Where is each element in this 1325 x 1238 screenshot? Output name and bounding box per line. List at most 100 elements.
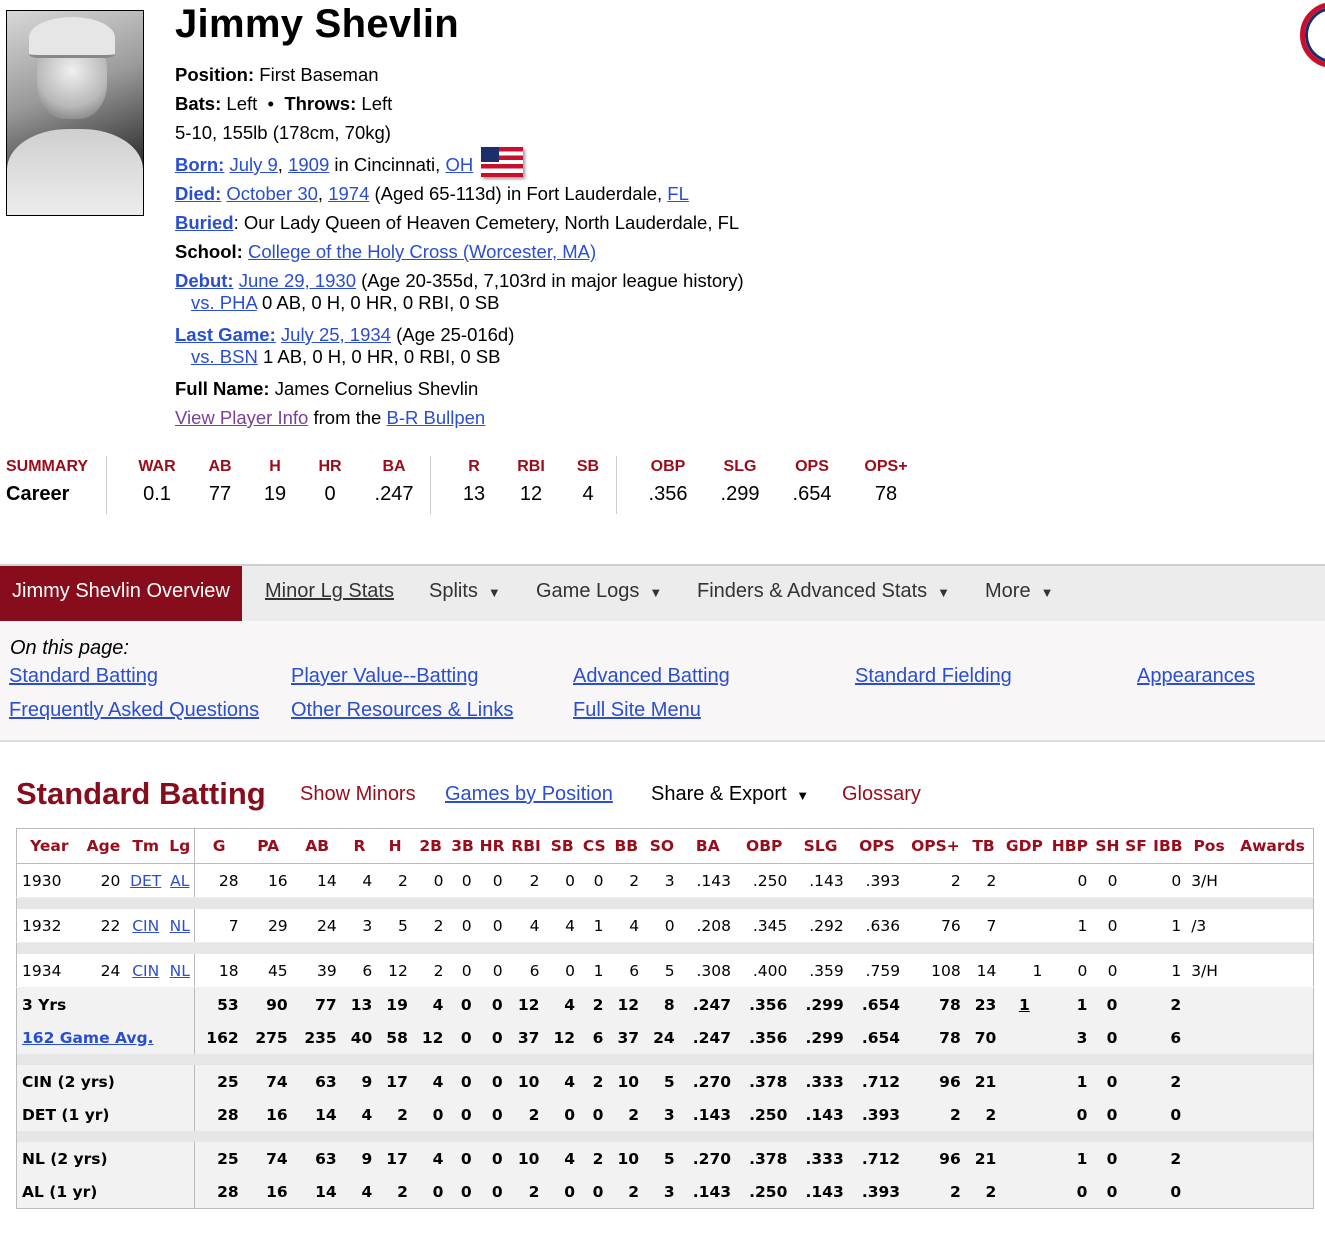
column-header[interactable]: SB — [544, 828, 581, 864]
born-state-link[interactable]: OH — [445, 154, 473, 175]
team-link[interactable]: CIN — [132, 917, 159, 935]
buried-label-link[interactable]: Buried — [175, 212, 234, 233]
table-cell: 5 — [377, 909, 413, 943]
column-header[interactable]: TB — [965, 828, 1002, 864]
last-game-label-link[interactable]: Last Game: — [175, 324, 276, 345]
gdp-link[interactable]: 1 — [1019, 996, 1030, 1014]
site-logo-icon[interactable] — [1300, 2, 1325, 68]
games-by-position-link[interactable]: Games by Position — [445, 783, 613, 806]
table-cell: 23 — [965, 987, 1002, 1021]
died-date-link[interactable]: October 30 — [226, 183, 318, 204]
jump-other-resources[interactable]: Other Resources & Links — [291, 699, 513, 722]
glossary-link[interactable]: Glossary — [842, 783, 921, 806]
column-header[interactable]: HBP — [1047, 828, 1093, 864]
tab-minor-lg-stats[interactable]: Minor Lg Stats — [265, 566, 394, 623]
column-header[interactable]: CS — [580, 828, 609, 864]
team-link[interactable]: DET — [130, 872, 161, 890]
league-link[interactable]: NL — [170, 962, 190, 980]
column-header[interactable]: R — [341, 828, 378, 864]
column-header[interactable]: PA — [243, 828, 293, 864]
jump-appearances[interactable]: Appearances — [1137, 665, 1255, 688]
table-cell: 0 — [448, 1065, 477, 1098]
jump-player-value-batting[interactable]: Player Value--Batting — [291, 665, 479, 688]
table-cell[interactable]: AL — [166, 863, 195, 898]
column-header[interactable]: IBB — [1149, 828, 1187, 864]
tab-more-label: More — [985, 580, 1031, 602]
jump-faq[interactable]: Frequently Asked Questions — [9, 699, 259, 722]
league-link[interactable]: AL — [170, 872, 189, 890]
debut-label-link[interactable]: Debut: — [175, 270, 234, 291]
view-player-info-link[interactable]: View Player Info — [175, 407, 308, 428]
table-cell: 96 — [905, 1065, 966, 1098]
column-header[interactable]: H — [377, 828, 413, 864]
table-cell[interactable]: 162 Game Avg. — [16, 1021, 195, 1054]
column-header[interactable]: Age — [81, 828, 126, 864]
column-header[interactable]: Pos — [1186, 828, 1232, 864]
table-cell: 0 — [476, 1098, 508, 1131]
jump-advanced-batting[interactable]: Advanced Batting — [573, 665, 730, 688]
bullpen-link[interactable]: B-R Bullpen — [386, 407, 485, 428]
column-header[interactable]: BB — [608, 828, 645, 864]
debut-opponent-link[interactable]: vs. PHA — [191, 292, 257, 313]
column-header[interactable]: SLG — [792, 828, 849, 864]
tab-finders[interactable]: Finders & Advanced Stats ▼ — [697, 566, 950, 623]
born-date-link[interactable]: July 9 — [229, 154, 277, 175]
tab-splits[interactable]: Splits ▼ — [429, 566, 501, 623]
column-header[interactable]: Year — [16, 828, 82, 864]
buried-value: : Our Lady Queen of Heaven Cemetery, Nor… — [233, 212, 740, 233]
share-export-menu[interactable]: Share & Export ▼ — [651, 783, 809, 806]
us-flag-icon — [481, 147, 524, 177]
column-header[interactable]: AB — [292, 828, 342, 864]
table-cell[interactable]: CIN — [125, 909, 167, 943]
column-header[interactable]: Lg — [166, 828, 195, 864]
column-header[interactable]: OPS+ — [905, 828, 966, 864]
table-cell[interactable]: DET — [125, 863, 167, 898]
table-cell: 4 — [341, 863, 378, 898]
column-header[interactable]: G — [194, 828, 244, 864]
column-header[interactable]: SO — [644, 828, 680, 864]
jump-standard-batting[interactable]: Standard Batting — [9, 665, 158, 688]
table-cell: 2 — [377, 1098, 413, 1131]
column-header[interactable]: Awards — [1231, 828, 1314, 864]
column-header[interactable]: Tm — [125, 828, 167, 864]
table-cell[interactable]: CIN — [125, 954, 167, 988]
column-header[interactable]: SH — [1092, 828, 1123, 864]
table-cell — [1001, 1021, 1048, 1054]
school-link[interactable]: College of the Holy Cross (Worcester, MA… — [248, 241, 596, 262]
column-header[interactable]: RBI — [507, 828, 545, 864]
table-cell[interactable]: 1 — [1001, 987, 1048, 1021]
tab-more[interactable]: More ▼ — [985, 566, 1053, 623]
column-header[interactable]: HR — [476, 828, 508, 864]
tab-game-logs[interactable]: Game Logs ▼ — [536, 566, 662, 623]
summary-value: .299 — [720, 483, 760, 505]
column-header[interactable]: OBP — [736, 828, 793, 864]
column-header[interactable]: BA — [679, 828, 737, 864]
table-cell[interactable]: NL — [166, 909, 195, 943]
game-avg-link[interactable]: 162 Game Avg. — [22, 1029, 154, 1047]
jump-standard-fielding[interactable]: Standard Fielding — [855, 665, 1012, 688]
table-cell[interactable]: NL — [166, 954, 195, 988]
column-header[interactable]: OPS — [848, 828, 906, 864]
team-link[interactable]: CIN — [132, 962, 159, 980]
table-cell: 2 — [1149, 1142, 1187, 1175]
debut-date-link[interactable]: June 29, 1930 — [239, 270, 356, 291]
column-header[interactable]: GDP — [1001, 828, 1048, 864]
table-spacer-row — [16, 1131, 1314, 1142]
tab-overview[interactable]: Jimmy Shevlin Overview — [0, 566, 242, 623]
born-year-link[interactable]: 1909 — [288, 154, 329, 175]
died-label-link[interactable]: Died: — [175, 183, 221, 204]
table-cell: 0 — [1092, 909, 1123, 943]
table-cell: 14 — [292, 1098, 342, 1131]
column-header[interactable]: 3B — [448, 828, 477, 864]
column-header[interactable]: 2B — [412, 828, 449, 864]
column-header[interactable]: SF — [1122, 828, 1150, 864]
jump-full-site-menu[interactable]: Full Site Menu — [573, 699, 701, 722]
last-game-date-link[interactable]: July 25, 1934 — [281, 324, 391, 345]
league-link[interactable]: NL — [170, 917, 190, 935]
died-year-link[interactable]: 1974 — [328, 183, 369, 204]
table-cell — [1231, 1175, 1314, 1209]
last-game-opponent-link[interactable]: vs. BSN — [191, 346, 258, 367]
show-minors-button[interactable]: Show Minors — [300, 783, 416, 806]
born-label-link[interactable]: Born: — [175, 154, 224, 175]
died-state-link[interactable]: FL — [667, 183, 689, 204]
